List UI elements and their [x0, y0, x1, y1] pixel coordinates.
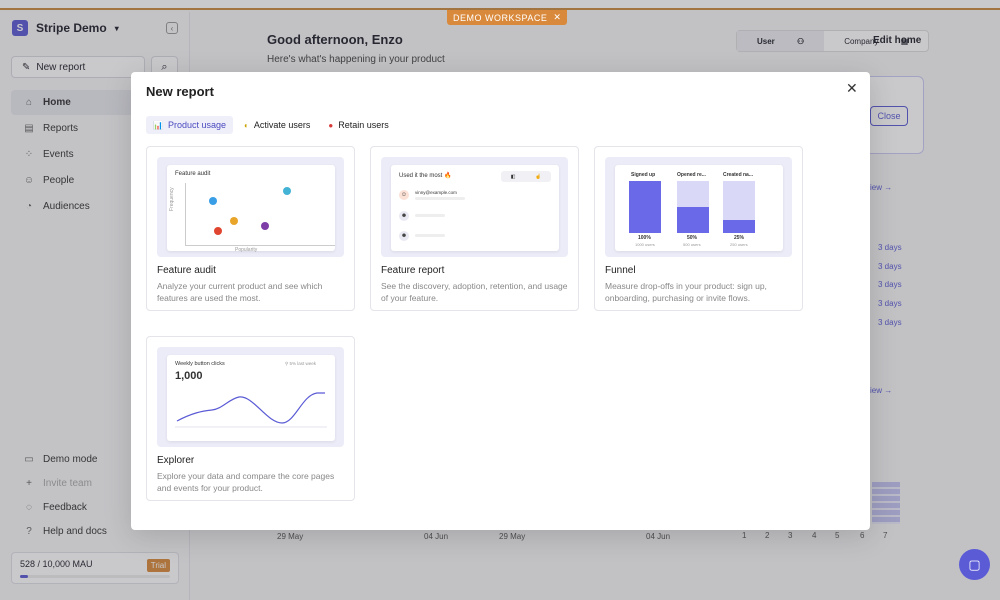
row-placeholder [415, 234, 445, 237]
tab-label: Activate users [253, 120, 311, 130]
funnel-step-users: 1000 users [635, 242, 655, 247]
bar-chart-icon: 📊 [153, 120, 163, 130]
close-icon[interactable]: ✕ [846, 80, 858, 97]
scatter-point [214, 227, 222, 235]
card-title: Feature audit [157, 265, 216, 276]
scatter-point [261, 222, 269, 230]
x-axis-label: Popularity [235, 247, 258, 253]
card-description: See the discovery, adoption, retention, … [381, 281, 568, 303]
tab-retain-users[interactable]: ● Retain users [321, 116, 395, 134]
preview-title: Feature audit [175, 171, 211, 177]
avatar: ☺ [399, 190, 409, 200]
scatter-point [283, 187, 291, 195]
user-list-preview: Used it the most 🔥 ◧ ☝ ☺ vinny@example.co… [391, 165, 559, 251]
scatter-preview: Feature audit Frequency Popularity [167, 165, 335, 253]
template-card-funnel[interactable]: Signed up Opened re... Created na... 100… [594, 146, 803, 311]
demo-workspace-banner: DEMO WORKSPACE ✕ [447, 10, 568, 25]
x-axis [185, 245, 335, 246]
funnel-step-label: Opened re... [677, 172, 706, 178]
funnel-step-pct: 50% [687, 235, 698, 241]
demo-banner-label: DEMO WORKSPACE [453, 12, 548, 23]
row-placeholder [415, 214, 445, 217]
funnel-step-users: 500 users [683, 242, 701, 247]
explorer-preview: Weekly button clicks ⚲ 5% last week 1,00… [157, 347, 344, 447]
card-description: Measure drop-offs in your product: sign … [605, 281, 767, 303]
report-category-tabs: 📊 Product usage ◐ Activate users ● Retai… [146, 116, 396, 134]
template-card-feature-report[interactable]: Used it the most 🔥 ◧ ☝ ☺ vinny@example.co… [370, 146, 579, 311]
avatar: ☻ [399, 231, 409, 241]
user-email: vinny@example.com [415, 190, 457, 195]
y-axis-label: Frequency [169, 187, 175, 211]
template-card-explorer[interactable]: Weekly button clicks ⚲ 5% last week 1,00… [146, 336, 355, 501]
feature-audit-preview: Feature audit Frequency Popularity [157, 157, 344, 257]
card-title: Feature report [381, 265, 445, 276]
card-description: Analyze your current product and see whi… [157, 281, 323, 303]
avatar: ☻ [399, 211, 409, 221]
tab-product-usage[interactable]: 📊 Product usage [146, 116, 234, 134]
funnel-step-users: 250 users [730, 242, 748, 247]
magnet-icon: ● [328, 120, 334, 130]
trend-line [175, 392, 327, 428]
close-icon[interactable]: ✕ [553, 12, 561, 23]
card-title: Explorer [157, 455, 195, 466]
funnel-bar [723, 220, 755, 233]
feature-report-preview: Used it the most 🔥 ◧ ☝ ☺ vinny@example.co… [381, 157, 568, 257]
scatter-point [209, 197, 217, 205]
line-chart-preview: Weekly button clicks ⚲ 5% last week 1,00… [167, 355, 335, 441]
funnel-step-pct: 25% [734, 235, 745, 241]
funnel-chart-preview: Signed up Opened re... Created na... 100… [615, 165, 783, 251]
row-placeholder [415, 197, 465, 200]
tab-label: Product usage [167, 120, 227, 130]
preview-title: Used it the most 🔥 [399, 173, 452, 179]
scatter-point [230, 217, 238, 225]
funnel-step-label: Created na... [723, 172, 754, 178]
y-axis [185, 183, 186, 245]
new-report-modal: New report ✕ 📊 Product usage ◐ Activate … [131, 72, 870, 530]
chat-support-button[interactable]: ▢ [959, 549, 990, 580]
tab-activate-users[interactable]: ◐ Activate users [237, 116, 317, 134]
funnel-step-label: Signed up [631, 172, 656, 178]
modal-title: New report [146, 84, 214, 99]
segment-toggle: ◧ ☝ [501, 171, 551, 182]
funnel-step-pct: 100% [638, 235, 651, 241]
template-card-feature-audit[interactable]: Feature audit Frequency Popularity Featu… [146, 146, 355, 311]
card-description: Explore your data and compare the core p… [157, 471, 335, 493]
tab-label: Retain users [338, 120, 389, 130]
funnel-bar [677, 207, 709, 233]
chat-icon: ▢ [968, 556, 981, 572]
card-title: Funnel [605, 265, 636, 276]
half-circle-icon: ◐ [244, 120, 249, 130]
funnel-bar [629, 181, 661, 233]
funnel-preview: Signed up Opened re... Created na... 100… [605, 157, 792, 257]
